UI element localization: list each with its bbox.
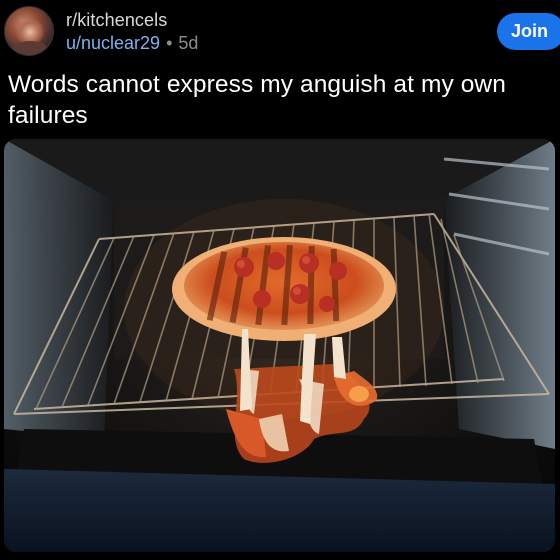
meta-separator: •: [166, 33, 173, 53]
post-image[interactable]: [4, 139, 555, 552]
author-link[interactable]: u/nuclear29: [66, 33, 160, 53]
bottom-spacer: [0, 552, 560, 560]
pizza-oven-photo: [4, 139, 555, 552]
post-header: r/kitchencels u/nuclear29 • 5d Join: [0, 0, 560, 62]
post-age: 5d: [178, 33, 199, 53]
avatar-body: [11, 41, 49, 55]
post-title[interactable]: Words cannot express my anguish at my ow…: [8, 69, 548, 131]
join-button[interactable]: Join: [497, 13, 560, 50]
subreddit-avatar[interactable]: [4, 6, 54, 56]
post-meta: u/nuclear29 • 5d: [66, 32, 198, 54]
subreddit-name[interactable]: r/kitchencels: [66, 9, 167, 31]
